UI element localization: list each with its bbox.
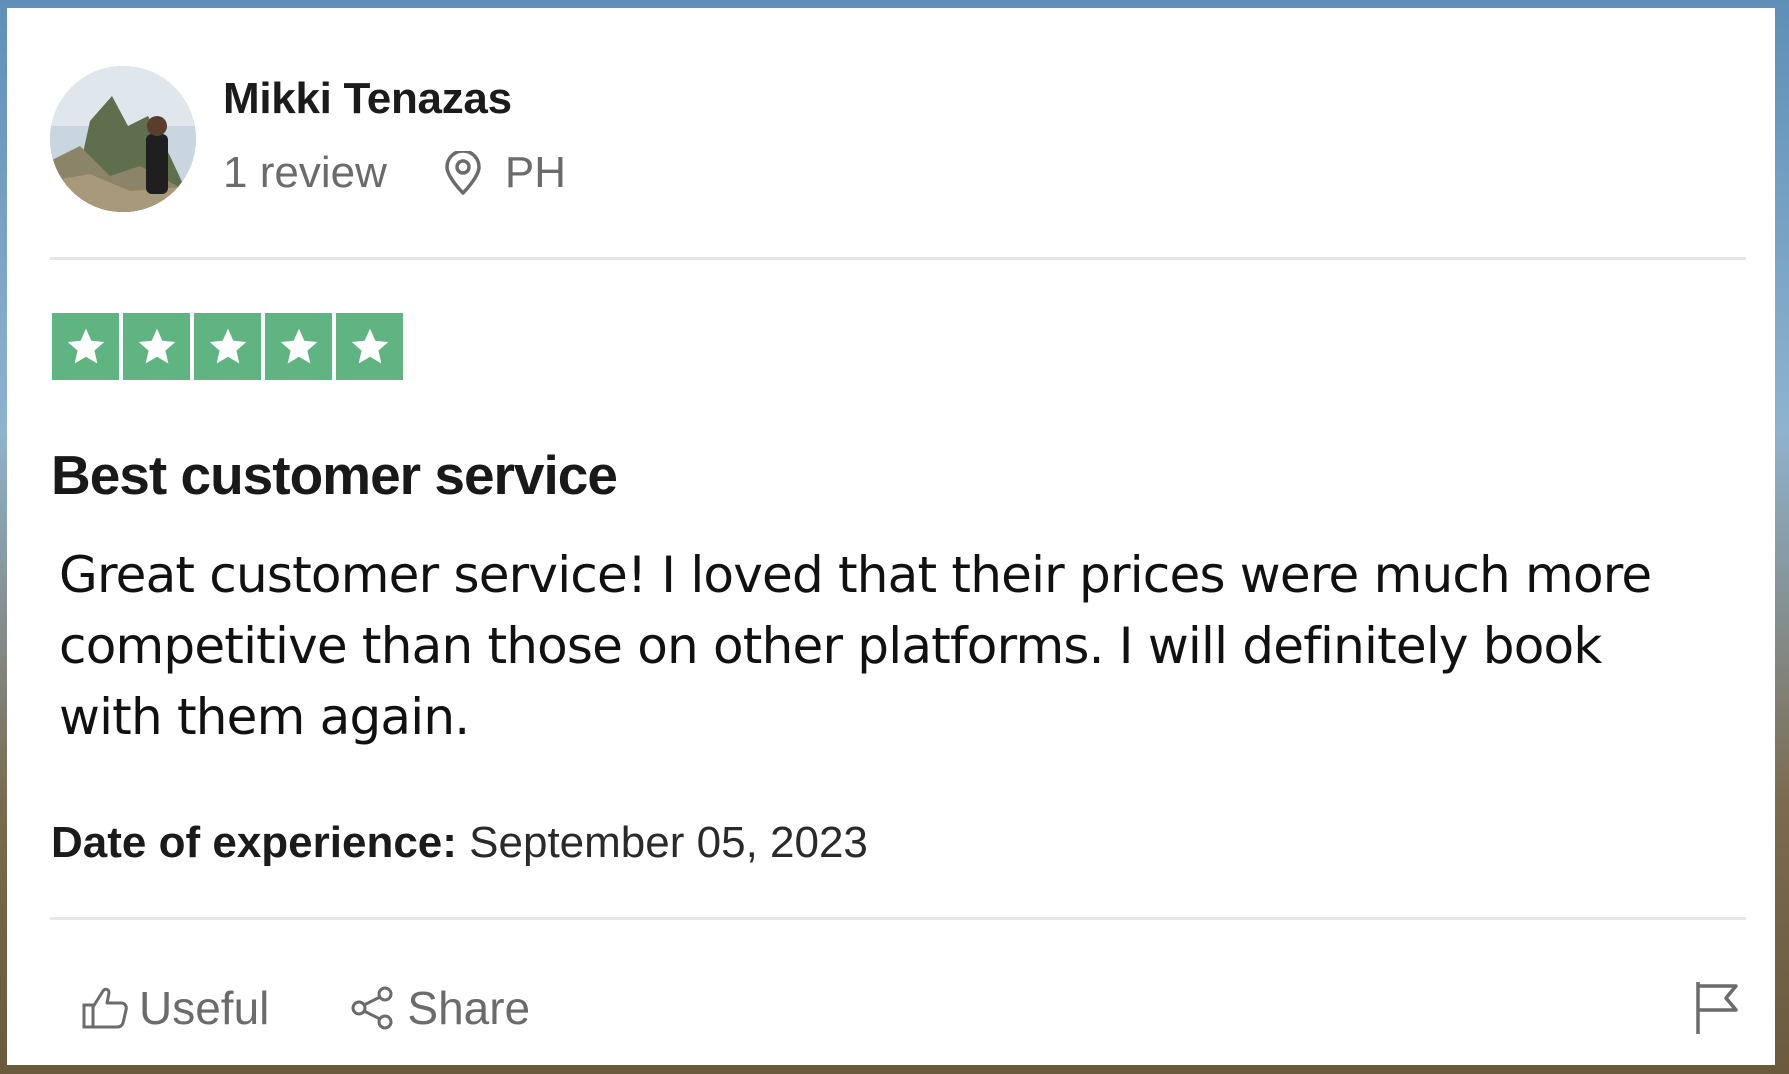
divider [50, 917, 1746, 920]
reviewer-name[interactable]: Mikki Tenazas [223, 74, 512, 124]
star-icon [123, 313, 190, 380]
experience-date: September 05, 2023 [469, 818, 868, 867]
thumbs-up-icon [81, 985, 129, 1031]
share-label: Share [407, 982, 531, 1034]
review-title[interactable]: Best customer service [51, 443, 618, 507]
star-icon [52, 313, 119, 380]
review-body: Great customer service! I loved that the… [59, 546, 1652, 746]
reviewer-meta: 1 review PH [223, 148, 566, 198]
useful-label: Useful [139, 982, 270, 1034]
star-icon [265, 313, 332, 380]
share-icon [349, 984, 397, 1032]
star-icon [194, 313, 261, 380]
review-card: Mikki Tenazas 1 review PH Best customer … [7, 8, 1775, 1065]
star-rating [52, 313, 403, 380]
experience-label: Date of experience: [51, 818, 457, 867]
avatar-image [50, 66, 196, 212]
avatar[interactable] [50, 66, 196, 212]
divider [50, 257, 1746, 260]
date-of-experience: Date of experience: September 05, 2023 [51, 818, 868, 868]
share-button[interactable]: Share [349, 981, 530, 1035]
location-pin-icon [443, 151, 483, 195]
reviewer-location: PH [504, 148, 566, 197]
review-count: 1 review [223, 148, 387, 197]
star-icon [336, 313, 403, 380]
review-actions: Useful Share [81, 981, 530, 1035]
useful-button[interactable]: Useful [81, 981, 269, 1035]
report-flag-icon[interactable] [1694, 980, 1740, 1041]
